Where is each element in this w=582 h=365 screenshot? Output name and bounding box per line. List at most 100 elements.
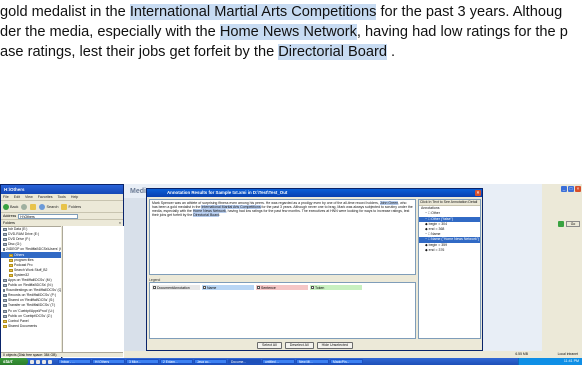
annotation-tree[interactable]: Click In Text to See Annotation Detail A…: [418, 199, 481, 339]
taskbar-tasks: Inbox - ... H:\Others 3 Micr... 2 Exlam... J…: [58, 358, 364, 365]
zoom-line-3: ase ratings, lest their jobs get forfeit…: [0, 44, 582, 60]
up-button[interactable]: [30, 203, 37, 210]
annotation-highlight[interactable]: International Martial Arts Competitions: [129, 4, 377, 20]
menu-view[interactable]: View: [25, 195, 33, 199]
legend-item[interactable]: Sentence: [256, 285, 308, 290]
explorer-status: 0 objects (Disk free space: 384 GB): [1, 352, 123, 357]
drive-icon: [3, 314, 7, 318]
taskbar-button[interactable]: Inbox - ...: [58, 358, 91, 365]
annotation-highlight[interactable]: Home News Network: [219, 24, 357, 40]
drive-icon: [3, 233, 7, 237]
zoom-line-1: gold medalist in the International Marti…: [0, 4, 582, 20]
drive-icon: [3, 304, 7, 308]
clock[interactable]: 11:41 PM: [564, 359, 579, 363]
address-label: Address: [3, 214, 17, 218]
legend-panel: DocumentAnnotation Name Sentence Token: [149, 282, 416, 339]
close-button[interactable]: ×: [575, 186, 581, 192]
zoom-text-segment: .: [386, 44, 396, 60]
file-list-pane: [62, 226, 124, 358]
legend-label-text: DocumentAnnotation: [157, 285, 190, 290]
taskbar-button[interactable]: 3 Micr...: [126, 358, 159, 365]
taskbar: start Inbox - ... H:\Others 3 Micr... 2 Exl…: [0, 358, 582, 365]
annotation-span[interactable]: Directorial Board: [193, 213, 220, 218]
taskbar-button[interactable]: H:\Others: [92, 358, 125, 365]
tree-item[interactable]: 24DEGP on 'Rediffail\DCSs\Users' (H:): [1, 247, 61, 252]
drive-icon: [3, 278, 7, 282]
folder-icon: [9, 258, 13, 262]
menu-tools[interactable]: Tools: [57, 195, 65, 199]
system-tray: 11:41 PM: [518, 358, 582, 365]
quick-launch-icon[interactable]: [36, 359, 40, 364]
explorer-toolbar: Back Search Folders: [1, 201, 123, 213]
drive-icon: [3, 248, 5, 252]
desktop-screenshot: Medi _ □ × Go H:\Others File Edit View F…: [0, 184, 582, 365]
folders-label: Folders: [68, 204, 82, 209]
status-size: 6.55 MB: [515, 352, 528, 356]
legend-checkbox[interactable]: [257, 286, 260, 289]
legend-checkbox[interactable]: [153, 286, 156, 289]
taskbar-button[interactable]: Docume...: [228, 358, 261, 365]
app-sidebar: [124, 198, 146, 358]
legend-item[interactable]: Name: [202, 285, 254, 290]
legend-checkbox[interactable]: [311, 286, 314, 289]
tree-item-label: Shared Documents: [8, 323, 38, 328]
hide-unselected-button[interactable]: Hide Unselected: [316, 342, 353, 349]
explorer-title[interactable]: H:\Others: [1, 185, 123, 194]
taskbar-button[interactable]: New Mi...: [296, 358, 329, 365]
folder-icon: [3, 324, 7, 328]
folder-tree: hdr Data (E:) DVD-RAM Drive (E:) DVD Drive…: [1, 226, 61, 358]
legend-checkbox[interactable]: [203, 286, 206, 289]
dialog-buttons: Select All Deselect All Hide Unselected: [257, 342, 353, 349]
taskbar-button[interactable]: Java co...: [194, 358, 227, 365]
menu-edit[interactable]: Edit: [14, 195, 20, 199]
zoom-text-segment: for the past 3 years. Althoug: [376, 4, 563, 20]
select-all-button[interactable]: Select All: [257, 342, 282, 349]
menu-favorites[interactable]: Favorites: [38, 195, 53, 199]
drive-icon: [3, 289, 5, 293]
dialog-title-bar[interactable]: Annotation Results for Sample txt.xmi in…: [147, 189, 482, 197]
forward-button[interactable]: [21, 203, 28, 210]
back-button[interactable]: Back: [3, 203, 18, 210]
legend-row: DocumentAnnotation Name Sentence Token: [152, 285, 414, 290]
zoom-text-segment: gold medalist in the: [0, 4, 130, 20]
taskbar-button[interactable]: MagicPin...: [330, 358, 363, 365]
annotated-text-pane[interactable]: Mark Spencer was an athlete of surprisin…: [149, 199, 416, 275]
legend-label-text: Sentence: [261, 285, 276, 290]
folder-icon: [9, 263, 13, 267]
go-button[interactable]: Go: [566, 221, 580, 227]
tree-item[interactable]: Shared Documents: [1, 324, 61, 329]
folders-button[interactable]: Folders: [61, 203, 82, 210]
quick-launch-icon[interactable]: [48, 359, 52, 364]
search-button[interactable]: Search: [39, 203, 58, 210]
drive-icon: [3, 299, 7, 303]
folder-icon: [9, 273, 13, 277]
folders-icon: [61, 203, 68, 210]
dialog-title: Annotation Results for Sample txt.xmi in…: [167, 190, 288, 195]
address-bar: Address H:\Others: [1, 213, 123, 220]
legend-item[interactable]: Token: [310, 285, 362, 290]
close-icon[interactable]: ×: [475, 190, 481, 196]
menu-file[interactable]: File: [3, 195, 9, 199]
start-button[interactable]: start: [0, 358, 28, 365]
go-arrow-icon[interactable]: [558, 221, 564, 227]
menu-help[interactable]: Help: [71, 195, 78, 199]
annotation-highlight[interactable]: Directorial Board: [278, 44, 387, 60]
deselect-all-button[interactable]: Deselect All: [284, 342, 314, 349]
taskbar-button[interactable]: untitled ...: [262, 358, 295, 365]
drive-icon: [3, 284, 7, 288]
minimize-button[interactable]: _: [561, 186, 567, 192]
taskbar-button[interactable]: 2 Exlam...: [160, 358, 193, 365]
legend-label-text: Token: [315, 285, 325, 290]
annotation-node[interactable]: ◆ end = 376: [419, 248, 480, 253]
zoom-line-2: der the media, especially with the Home …: [0, 24, 582, 40]
quick-launch-icon[interactable]: [42, 359, 46, 364]
legend-item[interactable]: DocumentAnnotation: [152, 285, 200, 290]
folder-icon: [9, 268, 13, 272]
annotation-node[interactable]: − □ Name ("Home News Network"): [419, 237, 480, 243]
screen-root: gold medalist in the International Marti…: [0, 0, 582, 365]
quick-launch-icon[interactable]: [30, 359, 34, 364]
drive-icon: [3, 243, 7, 247]
zoom-text-segment: der the media, especially with the: [0, 24, 220, 40]
address-input[interactable]: H:\Others: [18, 213, 79, 219]
maximize-button[interactable]: □: [568, 186, 574, 192]
